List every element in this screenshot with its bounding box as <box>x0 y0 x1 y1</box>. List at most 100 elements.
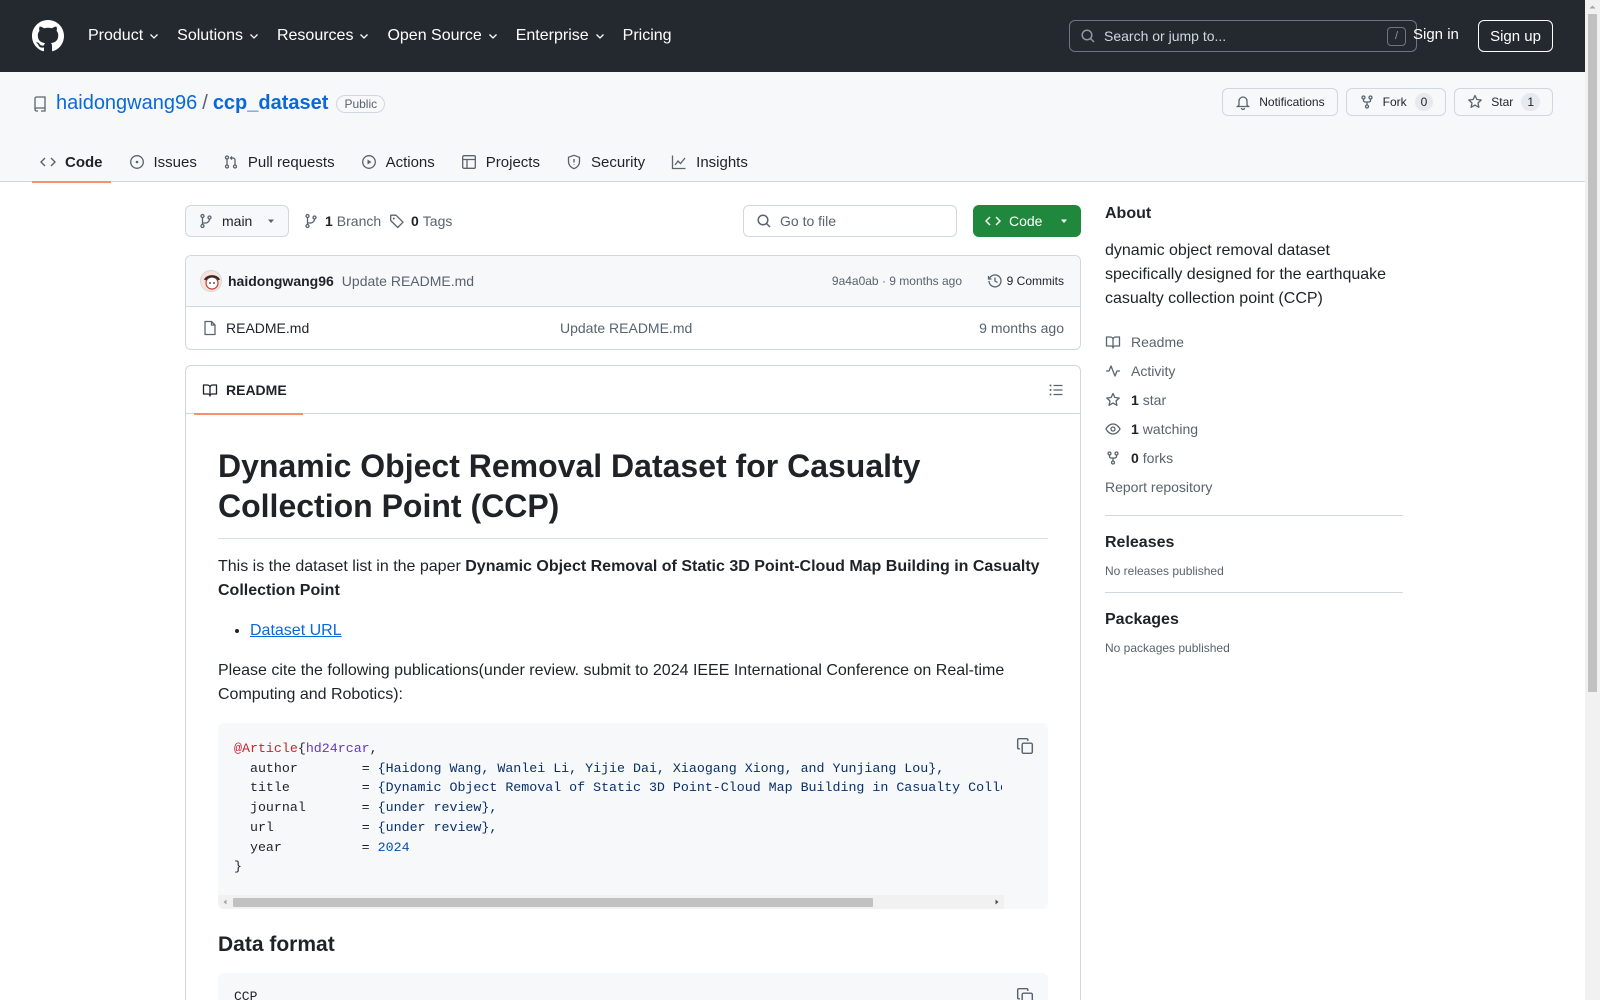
sign-in-link[interactable]: Sign in <box>1413 26 1459 43</box>
copy-icon[interactable] <box>1016 737 1034 755</box>
chevron-down-icon <box>488 34 497 39</box>
scroll-right-arrow-icon[interactable] <box>993 898 1001 906</box>
watchers-link[interactable]: 1 watching <box>1105 414 1403 443</box>
avatar[interactable] <box>200 270 222 292</box>
tab-insights[interactable]: Insights <box>663 142 756 182</box>
readme-tab[interactable]: README <box>194 366 303 415</box>
data-format-heading: Data format <box>218 933 335 956</box>
bibtex-code-block: @Article{hd24rcar, author = {Haidong Wan… <box>218 723 1048 909</box>
readme-title: Dynamic Object Removal Dataset for Casua… <box>218 446 1048 539</box>
global-search-input[interactable]: Search or jump to... / <box>1069 20 1417 52</box>
star-button[interactable]: Star 1 <box>1454 88 1553 116</box>
repo-actions: Notifications Fork 0 Star 1 <box>1214 88 1553 116</box>
divider <box>1105 515 1403 516</box>
scrollbar-thumb[interactable] <box>1588 14 1597 692</box>
branch-select-button[interactable]: main <box>185 205 289 237</box>
file-name-link[interactable]: README.md <box>226 320 309 336</box>
nav-product[interactable]: Product <box>88 27 160 45</box>
bib-field-value: {Haidong Wang, Wanlei Li, Yijie Dai, Xia… <box>377 760 945 776</box>
packages-heading[interactable]: Packages <box>1105 611 1403 629</box>
dataset-url-link[interactable]: Dataset URL <box>250 622 342 639</box>
eye-icon <box>1105 422 1121 435</box>
intro-text: This is the dataset list in the paper <box>218 558 466 575</box>
file-row[interactable]: README.md Update README.md 9 months ago <box>186 307 1080 349</box>
caret-down-icon <box>268 219 274 223</box>
scrollbar-thumb[interactable] <box>233 898 873 907</box>
tab-code[interactable]: Code <box>32 142 111 183</box>
forks-label: forks <box>1142 449 1174 466</box>
tab-issues[interactable]: Issues <box>121 142 205 182</box>
about-sidebar: About dynamic object removal dataset spe… <box>1105 205 1403 655</box>
tab-label: Insights <box>696 153 748 171</box>
go-to-file-input[interactable]: Go to file <box>743 205 957 237</box>
branches-link[interactable]: 1 Branch <box>303 213 381 229</box>
commit-author-link[interactable]: haidongwang96 <box>228 273 334 289</box>
report-repository-link[interactable]: Report repository <box>1105 472 1403 501</box>
tab-label: Projects <box>485 153 540 171</box>
search-shortcut-key: / <box>1387 26 1406 46</box>
packages-empty-text: No packages published <box>1105 641 1230 655</box>
repo-owner-link[interactable]: haidongwang96 <box>56 92 197 115</box>
nav-enterprise[interactable]: Enterprise <box>516 27 606 45</box>
bibtex-code: @Article{hd24rcar, author = {Haidong Wan… <box>218 723 1002 877</box>
releases-heading[interactable]: Releases <box>1105 534 1403 552</box>
git-branch-icon <box>200 213 212 229</box>
repo-name-link[interactable]: ccp_dataset <box>213 92 329 115</box>
github-logo-icon[interactable] <box>32 20 64 52</box>
fork-label: Fork <box>1382 95 1407 109</box>
repo-icon <box>34 95 46 112</box>
data-format-code-block: CCP <box>218 973 1048 1000</box>
scroll-left-arrow-icon[interactable] <box>221 898 229 906</box>
nav-open-source[interactable]: Open Source <box>387 27 498 45</box>
tab-pull-requests[interactable]: Pull requests <box>215 142 343 182</box>
nav-label: Solutions <box>177 27 243 44</box>
list-unordered-icon[interactable] <box>1048 382 1064 398</box>
stars-link[interactable]: 1 star <box>1105 385 1403 414</box>
readme-content: Dynamic Object Removal Dataset for Casua… <box>186 414 1080 1000</box>
copy-icon[interactable] <box>1016 987 1034 1000</box>
repo-tabs: Code Issues Pull requests Actions Projec… <box>32 142 766 183</box>
tags-link[interactable]: 0 Tags <box>389 213 452 229</box>
repo-path-separator: / <box>202 92 208 114</box>
nav-solutions[interactable]: Solutions <box>177 27 260 45</box>
scroll-up-arrow-icon[interactable] <box>1588 3 1597 11</box>
commit-hash-time[interactable]: 9a4a0ab · 9 months ago <box>832 274 962 288</box>
code-dropdown-button[interactable]: Code <box>973 205 1081 237</box>
nav-resources[interactable]: Resources <box>277 27 370 45</box>
activity-link[interactable]: Activity <box>1105 356 1403 385</box>
forks-link[interactable]: 0 forks <box>1105 443 1403 472</box>
tab-label: Code <box>65 153 103 171</box>
bib-field-value: {under review}, <box>377 819 498 835</box>
commits-count: 9 Commits <box>1006 274 1064 288</box>
play-icon <box>361 155 376 169</box>
page-vertical-scrollbar[interactable] <box>1585 0 1600 1000</box>
notifications-button[interactable]: Notifications <box>1222 88 1338 116</box>
sign-up-button[interactable]: Sign up <box>1478 20 1553 52</box>
file-commit-message[interactable]: Update README.md <box>560 320 692 336</box>
repo-title: haidongwang96 / ccp_dataset Public <box>32 92 386 115</box>
pulse-icon <box>1106 364 1120 377</box>
latest-commit-row: haidongwang96 Update README.md 9a4a0ab ·… <box>186 256 1080 307</box>
tab-actions[interactable]: Actions <box>353 142 443 182</box>
nav-pricing[interactable]: Pricing <box>623 27 672 45</box>
commits-history-link[interactable]: 9 Commits <box>987 273 1064 289</box>
book-icon <box>202 383 218 397</box>
chevron-down-icon <box>595 34 604 39</box>
code-horizontal-scrollbar[interactable] <box>218 895 1004 909</box>
data-format-code: CCP <box>234 989 258 1000</box>
code-icon <box>40 157 56 167</box>
nav-label: Product <box>88 27 144 44</box>
nav-label: Pricing <box>622 27 672 44</box>
main-content: main 1 Branch 0 Tags Go to file Code hai… <box>185 205 1081 1000</box>
file-browser: haidongwang96 Update README.md 9a4a0ab ·… <box>185 255 1081 350</box>
tab-security[interactable]: Security <box>558 142 653 182</box>
table-icon <box>461 155 476 169</box>
shield-icon <box>567 154 581 170</box>
star-icon <box>1106 392 1120 406</box>
bib-field-value: 2024 <box>377 839 410 855</box>
readme-link[interactable]: Readme <box>1105 327 1403 356</box>
commit-message-link[interactable]: Update README.md <box>342 273 474 289</box>
visibility-badge: Public <box>336 94 386 113</box>
fork-button[interactable]: Fork 0 <box>1345 88 1447 116</box>
tab-projects[interactable]: Projects <box>453 142 548 182</box>
